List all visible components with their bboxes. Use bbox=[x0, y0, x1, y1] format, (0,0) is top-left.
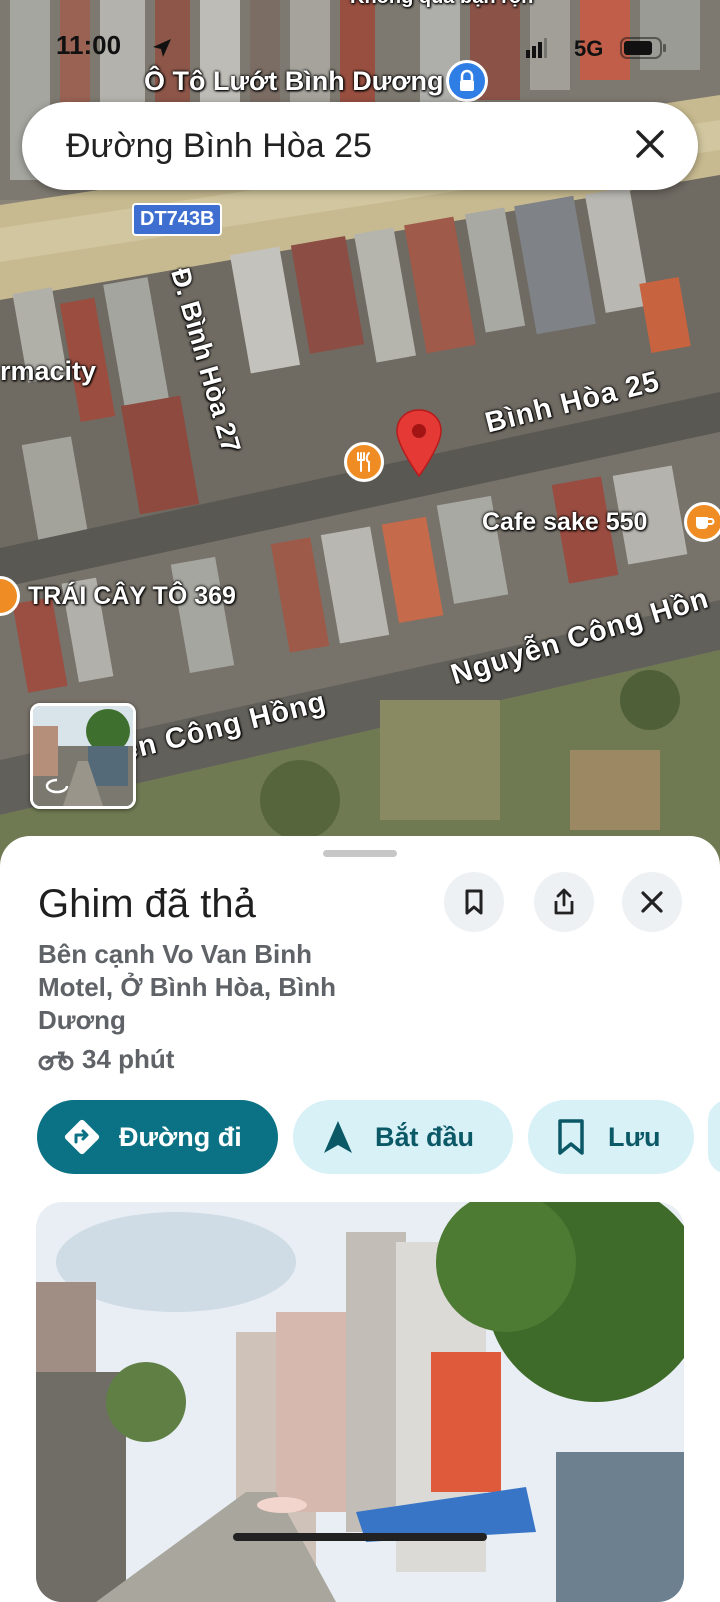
map-label-fruit[interactable]: TRÁI CÂY TÔ 369 bbox=[28, 582, 236, 611]
start-button[interactable]: Bắt đầu bbox=[293, 1100, 513, 1174]
bookmark-button[interactable] bbox=[444, 872, 504, 932]
battery-icon bbox=[620, 37, 666, 59]
coffee-icon[interactable] bbox=[684, 502, 720, 542]
map-label-pharmacity: rmacity bbox=[0, 356, 97, 386]
bookmark-icon bbox=[465, 889, 483, 915]
travel-time: 34 phút bbox=[38, 1044, 174, 1075]
bookmark-icon bbox=[558, 1119, 584, 1155]
status-network: 5G bbox=[574, 36, 604, 61]
search-query[interactable]: Đường Bình Hòa 25 bbox=[66, 127, 372, 166]
directions-button[interactable]: Đường đi bbox=[37, 1100, 278, 1174]
map-label-partial: Không quá bận rộn bbox=[350, 0, 533, 9]
highway-shield: DT743B bbox=[132, 203, 223, 236]
lock-icon[interactable] bbox=[446, 60, 488, 102]
motorbike-icon bbox=[38, 1051, 74, 1070]
directions-icon bbox=[64, 1119, 100, 1155]
location-arrow-icon bbox=[153, 39, 171, 57]
save-label: Lưu bbox=[608, 1121, 661, 1152]
share-button[interactable] bbox=[534, 872, 594, 932]
street-view-rotate-icon[interactable] bbox=[43, 776, 71, 796]
save-button[interactable]: Lưu bbox=[528, 1100, 694, 1174]
share-icon bbox=[554, 888, 574, 915]
sheet-drag-handle[interactable] bbox=[323, 850, 397, 857]
map-label-business[interactable]: Ô Tô Lướt Bình Dương bbox=[144, 66, 443, 97]
street-view-photo[interactable] bbox=[36, 1202, 684, 1602]
navigation-arrow-icon bbox=[324, 1121, 352, 1153]
close-icon bbox=[641, 891, 663, 913]
place-title: Ghim đã thả bbox=[38, 882, 256, 926]
home-indicator[interactable] bbox=[233, 1533, 487, 1541]
directions-label: Đường đi bbox=[119, 1121, 242, 1152]
travel-time-text: 34 phút bbox=[82, 1044, 175, 1074]
status-time: 11:00 bbox=[56, 30, 122, 60]
close-icon[interactable] bbox=[630, 124, 670, 164]
place-address: Bên cạnh Vo Van Binh Motel, Ở Bình Hòa, … bbox=[38, 939, 337, 1035]
street-view-thumbnail[interactable] bbox=[30, 703, 136, 809]
search-bar[interactable]: Đường Bình Hòa 25 bbox=[22, 102, 698, 190]
map-pin-icon[interactable] bbox=[394, 408, 444, 478]
map-view[interactable]: 11:00 Không quá bận rộn 5G Ô Tô Lướt Bìn… bbox=[0, 0, 720, 880]
more-actions-chip[interactable] bbox=[708, 1100, 720, 1174]
close-sheet-button[interactable] bbox=[622, 872, 682, 932]
place-sheet: Ghim đã thả Bên cạnh Vo Van Binh Motel, … bbox=[0, 836, 720, 1602]
restaurant-icon[interactable] bbox=[344, 442, 384, 482]
signal-icon bbox=[526, 38, 547, 58]
map-label-cafe[interactable]: Cafe sake 550 bbox=[482, 508, 647, 537]
start-label: Bắt đầu bbox=[375, 1121, 475, 1152]
